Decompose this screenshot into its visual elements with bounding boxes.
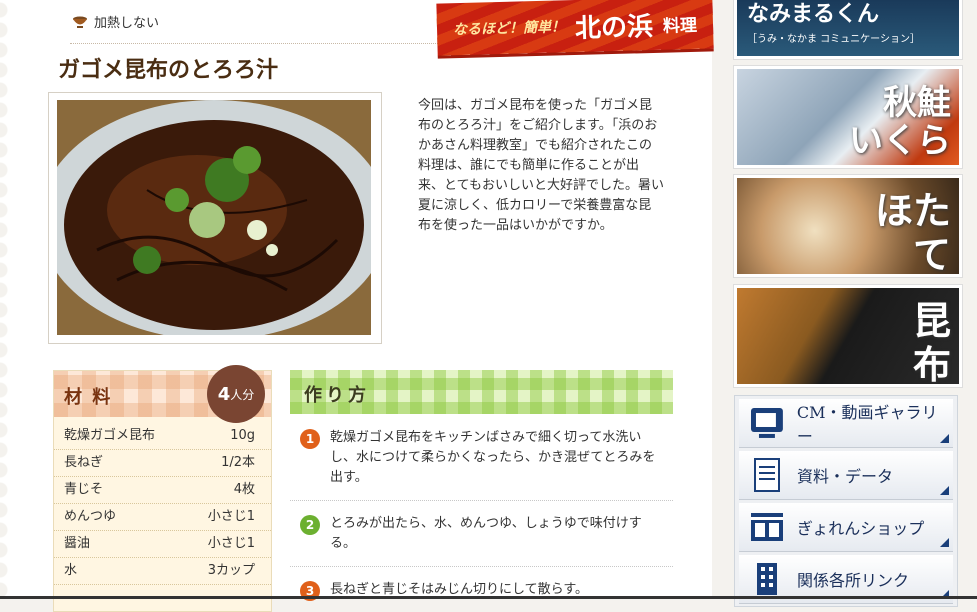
step-number: 2 <box>300 515 320 535</box>
recipe-photo-frame <box>48 92 382 344</box>
nav-documents[interactable]: 資料・データ <box>739 451 953 500</box>
step-item: 2 とろみが出たら、水、めんつゆ、しょうゆで味付けする。 <box>300 514 660 554</box>
ingredient-qty: 小さじ1 <box>207 509 255 524</box>
ingredient-name: 青じそ <box>64 482 104 497</box>
ingredient-name: めんつゆ <box>64 509 117 524</box>
document-icon <box>754 458 780 492</box>
ingredient-name: 乾燥ガゴメ昆布 <box>64 428 156 443</box>
ingredient-qty: 3カップ <box>207 563 255 578</box>
ingredient-name: 醤油 <box>64 536 91 551</box>
ingredient-row: 乾燥ガゴメ昆布 10g <box>54 423 271 450</box>
namimaru-banner[interactable]: なみまるくん ［うみ・なかま コミュニケーション］ <box>734 0 962 59</box>
nav-cm-gallery[interactable]: CM・動画ギャラリー <box>739 399 953 448</box>
recipe-photo <box>57 100 371 335</box>
sidebar: なみまるくん ［うみ・なかま コミュニケーション］ 秋鮭 いくら ほた て 昆 … <box>724 0 977 607</box>
ingredient-qty: 10g <box>230 428 255 443</box>
step-divider <box>290 566 673 567</box>
nav-label: ぎょれんショップ <box>797 519 925 538</box>
page: 加熱しない なるほど！簡単！ 北の浜 料理 ガゴメ昆布のとろろ汁 今回は、ガゴメ… <box>0 0 977 612</box>
ingredient-qty: 小さじ1 <box>207 536 255 551</box>
recipe-intro: 今回は、ガゴメ昆布を使った「ガゴメ昆布のとろろ汁」をご紹介します。「浜のおかあさ… <box>418 98 664 233</box>
arrow-icon <box>940 486 949 495</box>
tv-icon <box>750 408 783 438</box>
ingredient-name: 水 <box>64 563 78 578</box>
salmon-ikura-tile[interactable]: 秋鮭 いくら <box>734 66 962 168</box>
arrow-icon <box>940 434 949 443</box>
ingredient-name: 長ねぎ <box>64 455 104 470</box>
servings-number: 4 <box>217 383 231 405</box>
ingredient-row: 青じそ 4枚 <box>54 477 271 504</box>
ingredient-row: 水 3カップ <box>54 558 271 585</box>
stamp-border <box>0 0 22 599</box>
step-text: とろみが出たら、水、めんつゆ、しょうゆで味付けする。 <box>330 516 642 551</box>
ingredient-qty: 1/2本 <box>221 455 255 470</box>
heat-label: 加熱しない <box>94 15 160 31</box>
ikura-label: いくら <box>849 121 951 161</box>
banner-suffix: 料理 <box>662 15 698 37</box>
nav-shop[interactable]: ぎょれんショップ <box>739 503 953 552</box>
nav-label: CM・動画ギャラリー <box>796 403 938 446</box>
series-banner[interactable]: なるほど！簡単！ 北の浜 料理 <box>436 0 714 56</box>
recipe-title: ガゴメ昆布のとろろ汁 <box>58 58 279 83</box>
building-icon <box>757 563 777 595</box>
ingredients-panel: 材 料 4 人分 乾燥ガゴメ昆布 10g 長ねぎ 1/2本 青じそ 4枚 めんつゆ 小さじ… <box>53 365 272 612</box>
steps-header: 作り方 <box>290 370 673 414</box>
kombu-tile[interactable]: 昆 布 <box>734 285 962 387</box>
shop-icon <box>751 513 783 541</box>
servings-badge: 4 人分 <box>207 365 265 423</box>
banner-tagline: なるほど！簡単！ <box>452 19 566 39</box>
ingredient-row: 醤油 小さじ1 <box>54 531 271 558</box>
nav-label: 関係各所リンク <box>797 571 910 590</box>
bowl-icon <box>73 16 87 28</box>
heat-indicator: 加熱しない <box>72 10 159 32</box>
step-divider <box>290 500 673 501</box>
ingredient-row: 長ねぎ 1/2本 <box>54 450 271 477</box>
banner-title: 北の浜 <box>574 11 654 44</box>
servings-unit: 人分 <box>230 387 255 402</box>
ingredients-header: 材 料 4 人分 <box>54 365 271 423</box>
step-number: 1 <box>300 429 320 449</box>
namimaru-title: なみまるくん <box>747 1 880 27</box>
step-text: 乾燥ガゴメ昆布をキッチンばさみで細く切って水洗いし、水につけて柔らかくなったら、… <box>330 430 656 485</box>
steps-title: 作り方 <box>304 385 370 406</box>
nav-label: 資料・データ <box>797 467 894 486</box>
ingredients-title: 材 料 <box>64 387 113 408</box>
ingredients-list: 乾燥ガゴメ昆布 10g 長ねぎ 1/2本 青じそ 4枚 めんつゆ 小さじ1 醤油 小さじ1… <box>54 417 271 585</box>
ingredient-qty: 4枚 <box>233 482 255 497</box>
sidebar-nav: CM・動画ギャラリー 資料・データ ぎょれんショップ 関係各所リンク <box>734 395 958 607</box>
scallop-label-2: て <box>912 232 951 277</box>
arrow-icon <box>940 538 949 547</box>
kombu-label-2: 布 <box>912 342 951 387</box>
step-item: 1 乾燥ガゴメ昆布をキッチンばさみで細く切って水洗いし、水につけて柔らかくなった… <box>300 428 660 488</box>
soup-bowl-image <box>57 100 371 335</box>
ingredient-row: めんつゆ 小さじ1 <box>54 504 271 531</box>
namimaru-subtitle: ［うみ・なかま コミュニケーション］ <box>747 34 920 45</box>
scallop-tile[interactable]: ほた て <box>734 175 962 277</box>
